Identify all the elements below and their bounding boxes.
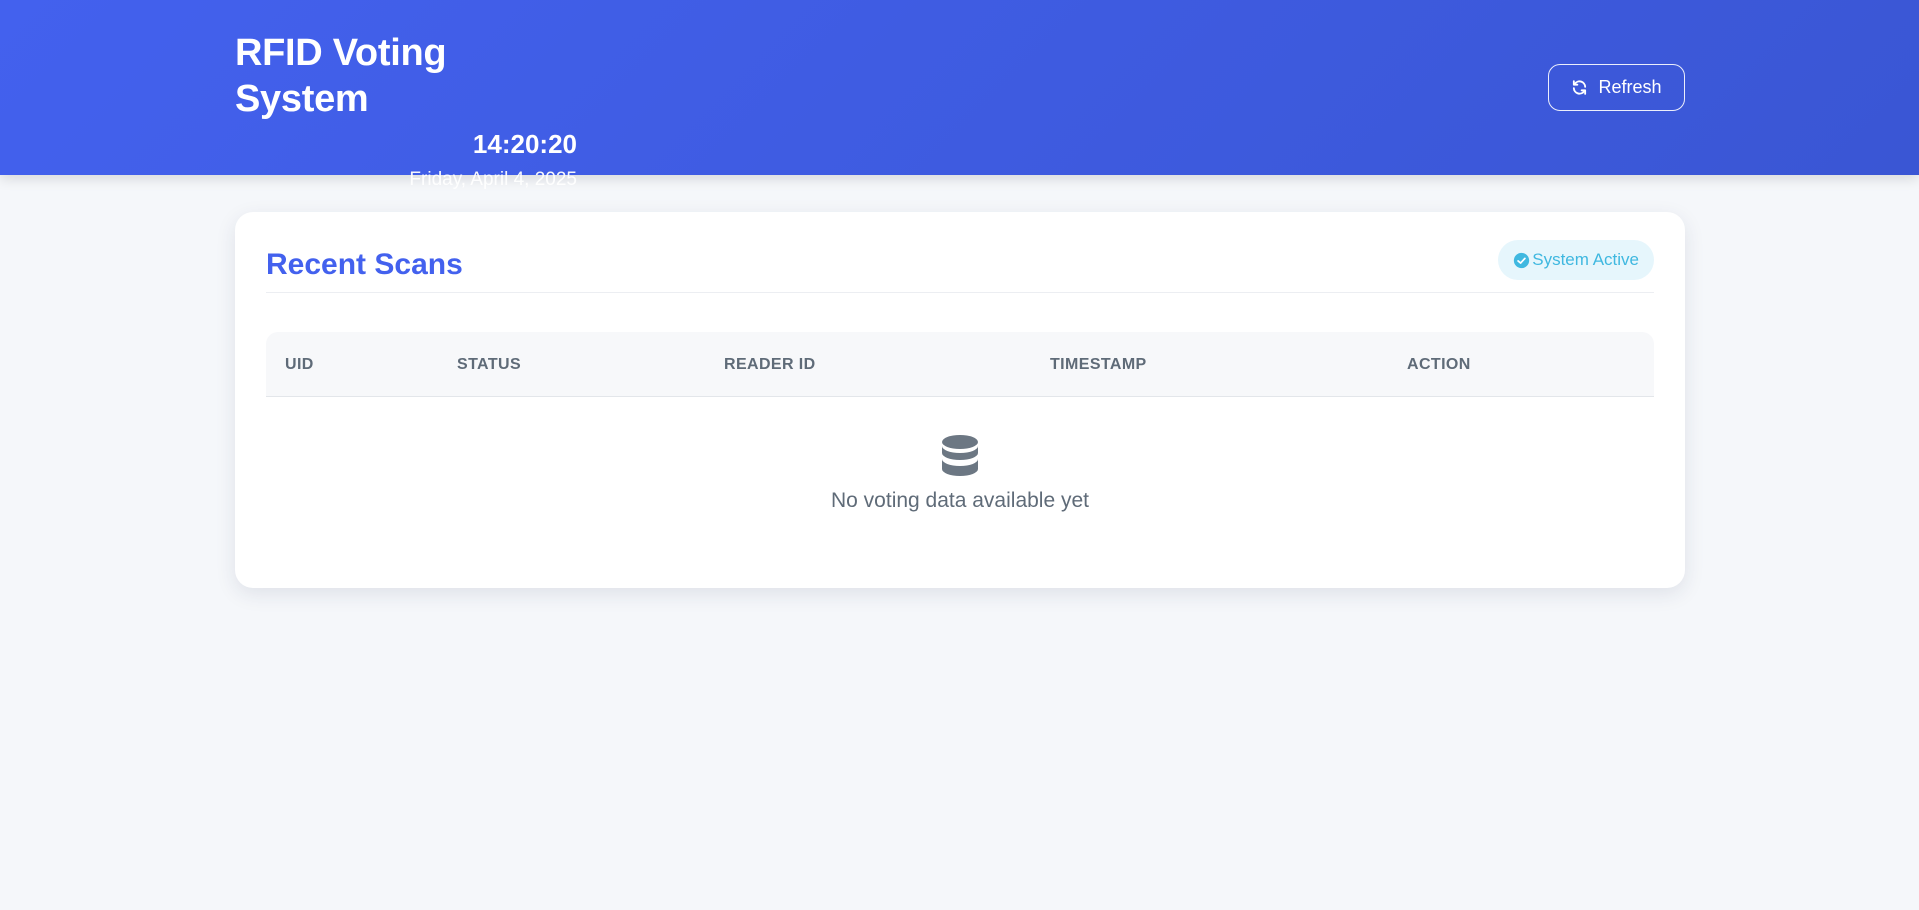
column-header-reader-id: READER ID <box>724 356 816 373</box>
table-header: UID STATUS READER ID TIMESTAMP ACTION <box>266 332 1654 397</box>
column-header-uid: UID <box>285 356 314 373</box>
column-header-action: ACTION <box>1407 356 1471 373</box>
recent-scans-card: Recent Scans System Active UID STATUS RE… <box>235 212 1685 588</box>
column-header-timestamp: TIMESTAMP <box>1050 356 1147 373</box>
current-time: 14:20:20 <box>472 129 577 159</box>
recent-scans-title: Recent Scans <box>266 248 463 281</box>
scans-table: UID STATUS READER ID TIMESTAMP ACTION No… <box>266 332 1654 527</box>
card-header: Recent Scans System Active <box>266 240 1654 293</box>
empty-state-message: No voting data available yet <box>831 489 1089 512</box>
refresh-button[interactable]: Refresh <box>1548 64 1685 111</box>
app-title: RFID Voting System <box>235 32 447 120</box>
empty-state: No voting data available yet <box>266 397 1654 527</box>
brand-block: RFID Voting System 14:20:20 Friday, Apri… <box>235 30 577 192</box>
app-header: RFID Voting System 14:20:20 Friday, Apri… <box>0 0 1919 190</box>
current-date: Friday, April 4, 2025 <box>409 169 577 190</box>
sync-icon <box>1571 79 1588 96</box>
status-badge: System Active <box>1498 240 1654 280</box>
column-header-status: STATUS <box>457 356 522 373</box>
refresh-label: Refresh <box>1598 77 1662 97</box>
check-circle-icon <box>1513 252 1530 269</box>
status-badge-label: System Active <box>1532 250 1639 269</box>
